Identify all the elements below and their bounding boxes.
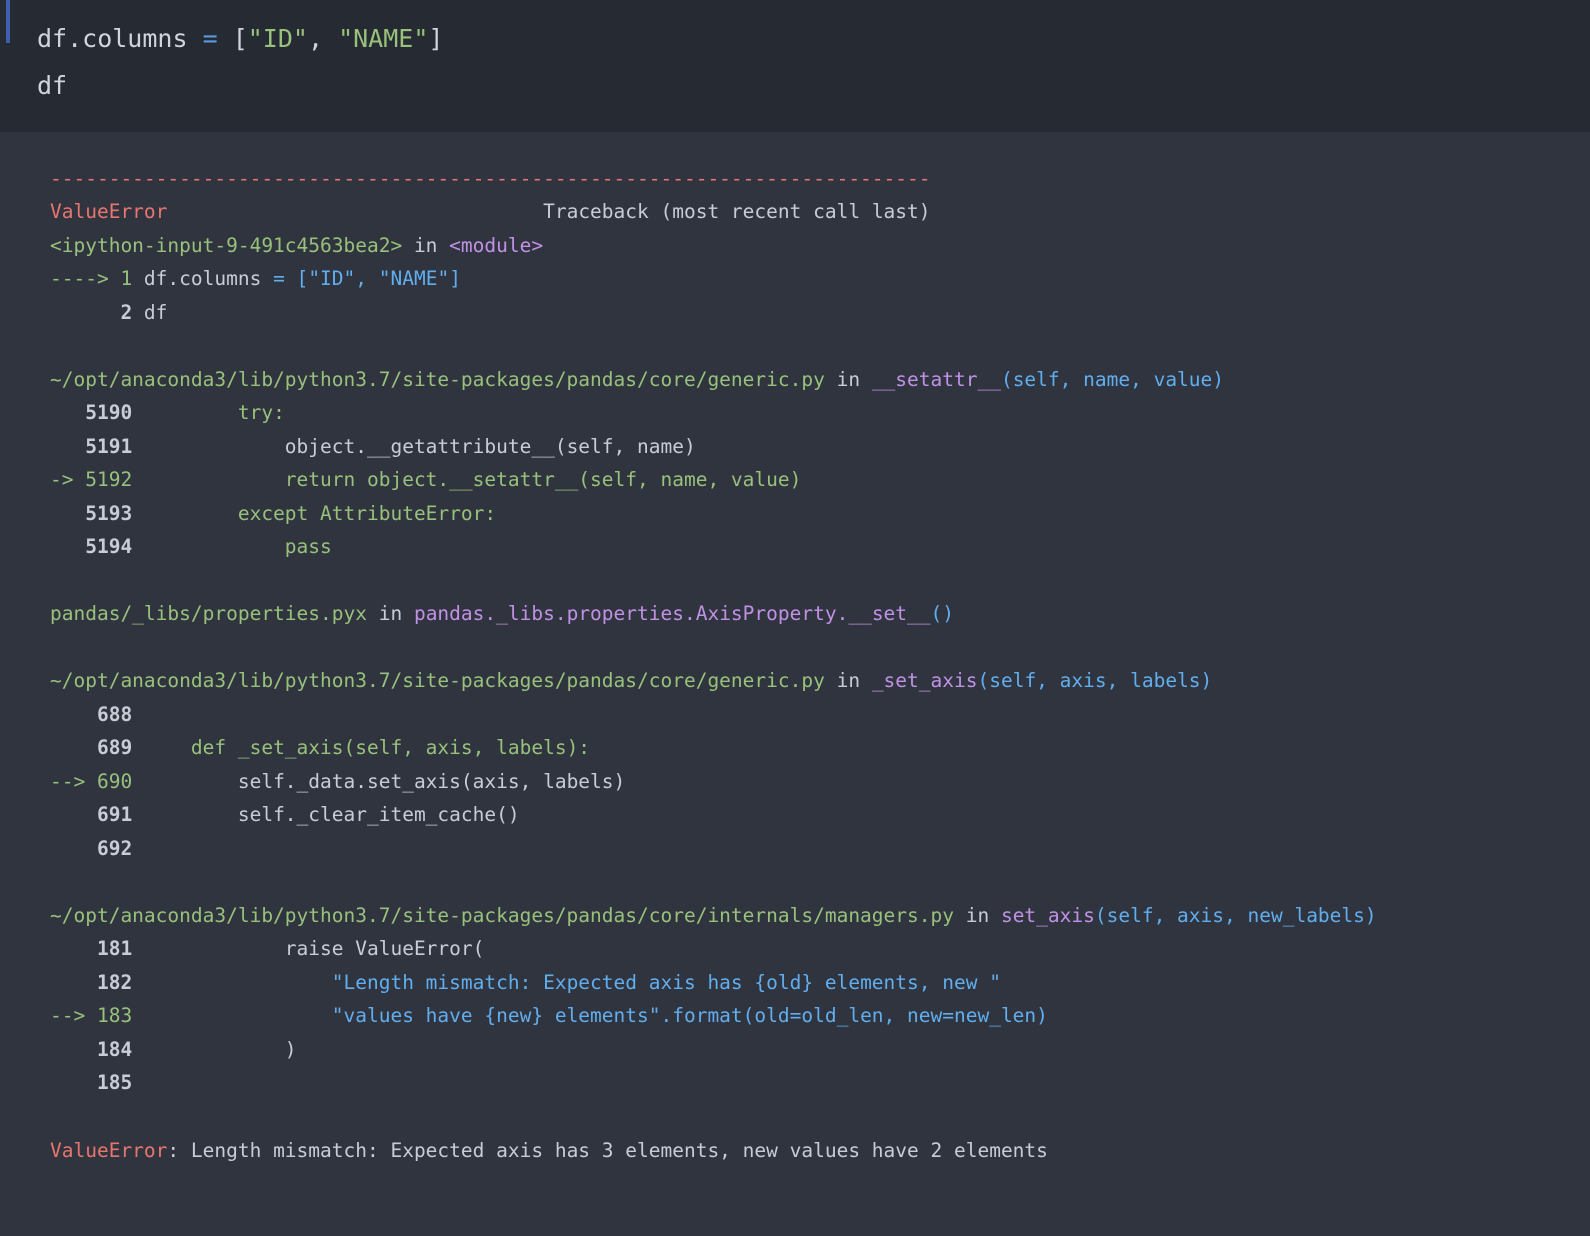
code-text: try:	[132, 401, 285, 424]
line-number: 184	[50, 1038, 133, 1061]
frame-file: pandas/_libs/properties.pyx	[50, 602, 367, 625]
frame-file: ~/opt/anaconda3/lib/python3.7/site-packa…	[50, 904, 954, 927]
code-token-operator: =	[202, 24, 218, 53]
code-text: except AttributeError:	[132, 502, 497, 525]
line-number: 5193	[50, 502, 133, 525]
line-arrow: --> 183	[50, 1004, 133, 1027]
frame-args: (self, name, value)	[1000, 368, 1225, 391]
frame-file: ~/opt/anaconda3/lib/python3.7/site-packa…	[50, 669, 825, 692]
code-text: = [	[273, 267, 309, 290]
frame-code-line: 688	[50, 702, 132, 728]
line-arrow: --> 690	[50, 770, 133, 793]
frame-args: ()	[930, 602, 954, 625]
frame-header: ~/opt/anaconda3/lib/python3.7/site-packa…	[50, 668, 1212, 694]
code-token-string: "ID"	[247, 24, 308, 53]
line-number: 185	[50, 1071, 133, 1094]
line-number: 5194	[50, 535, 133, 558]
frame-code-line: 5194 pass	[50, 534, 332, 560]
code-text: ]	[449, 267, 461, 290]
traceback-separator: ----------------------------------------…	[50, 167, 931, 190]
error-message: : Length mismatch: Expected axis has 3 e…	[167, 1139, 1048, 1162]
frame-code-line: --> 690 self._data.set_axis(axis, labels…	[50, 769, 625, 795]
code-text: df.columns	[132, 267, 274, 290]
frame-code-line: 181 raise ValueError(	[50, 936, 484, 962]
frame-code-line: 692	[50, 836, 132, 862]
frame-code-line: --> 183 "values have {new} elements".for…	[50, 1003, 1048, 1029]
code-text: )	[132, 1038, 297, 1061]
code-token-string: "NAME"	[338, 24, 429, 53]
frame-args: (self, axis, new_labels)	[1094, 904, 1377, 927]
code-token: df.columns	[37, 24, 203, 53]
frame-in: in	[824, 669, 872, 692]
error-name: ValueError	[50, 1139, 168, 1162]
frame-code-line: 2 df	[50, 300, 167, 326]
code-line-1[interactable]: df.columns = ["ID", "NAME"]	[37, 22, 443, 56]
frame-in: in	[953, 904, 1001, 927]
frame-header: ~/opt/anaconda3/lib/python3.7/site-packa…	[50, 903, 1377, 929]
code-text: self._data.set_axis(axis, labels)	[132, 770, 626, 793]
frame-function: _set_axis	[871, 669, 978, 692]
code-text: df	[132, 301, 168, 324]
code-text: object.__getattribute__(self, name)	[132, 435, 696, 458]
frame-in: in	[824, 368, 872, 391]
final-error-message: ValueError: Length mismatch: Expected ax…	[50, 1138, 1048, 1164]
code-string: "ID", "NAME"	[308, 267, 450, 290]
line-number: 182	[50, 971, 133, 994]
line-number: 688	[50, 703, 133, 726]
frame-code-line: 182 "Length mismatch: Expected axis has …	[50, 970, 1001, 996]
code-text: self._clear_item_cache()	[132, 803, 520, 826]
frame-code-line: 5191 object.__getattribute__(self, name)	[50, 434, 696, 460]
frame-function: <module>	[449, 234, 544, 257]
frame-code-line: -> 5192 return object.__setattr__(self, …	[50, 467, 801, 493]
line-arrow: ----> 1	[50, 267, 133, 290]
frame-in: in	[402, 234, 450, 257]
frame-code-line: 184 )	[50, 1037, 297, 1063]
error-name: ValueError	[50, 200, 168, 223]
frame-code-line: 689 def _set_axis(self, axis, labels):	[50, 735, 590, 761]
traceback-header: ValueError Traceback (most recent call l…	[50, 199, 931, 225]
frame-header: pandas/_libs/properties.pyx in pandas._l…	[50, 601, 954, 627]
frame-args: (self, axis, labels)	[977, 669, 1213, 692]
line-number: 691	[50, 803, 133, 826]
line-number: 181	[50, 937, 133, 960]
line-number: 5190	[50, 401, 133, 424]
frame-file: <ipython-input-9-491c4563bea2>	[50, 234, 403, 257]
frame-code-line: 691 self._clear_item_cache()	[50, 802, 520, 828]
frame-function: pandas._libs.properties.AxisProperty.__s…	[413, 602, 931, 625]
line-number: 2	[50, 301, 133, 324]
code-text: pass	[132, 535, 332, 558]
code-token: ,	[307, 24, 339, 53]
frame-header: ~/opt/anaconda3/lib/python3.7/site-packa…	[50, 367, 1224, 393]
code-text: return object.__setattr__(self, name, va…	[132, 468, 802, 491]
code-text: raise ValueError(	[132, 937, 485, 960]
line-number: 689	[50, 736, 133, 759]
frame-code-line: 185	[50, 1070, 132, 1096]
frame-function: __setattr__	[871, 368, 1001, 391]
frame-code-line: 5193 except AttributeError:	[50, 501, 496, 527]
frame-code-line: ----> 1 df.columns = ["ID", "NAME"]	[50, 266, 461, 292]
input-cell[interactable]: df.columns = ["ID", "NAME"] df	[0, 0, 1590, 132]
frame-file: ~/opt/anaconda3/lib/python3.7/site-packa…	[50, 368, 825, 391]
frame-function: set_axis	[1000, 904, 1095, 927]
line-number: 5191	[50, 435, 133, 458]
code-line-2[interactable]: df	[37, 69, 67, 103]
line-arrow: -> 5192	[50, 468, 133, 491]
code-token: [	[217, 24, 248, 53]
frame-in: in	[366, 602, 414, 625]
code-text: def _set_axis(self, axis, labels):	[132, 736, 591, 759]
frame-header: <ipython-input-9-491c4563bea2> in <modul…	[50, 233, 543, 259]
frame-code-line: 5190 try:	[50, 400, 285, 426]
code-string: "values have {new} elements".format(old=…	[132, 1004, 1048, 1027]
line-number: 692	[50, 837, 133, 860]
traceback-title: Traceback (most recent call last)	[543, 200, 931, 223]
code-string: "Length mismatch: Expected axis has {old…	[132, 971, 1001, 994]
cell-selection-marker	[6, 0, 10, 43]
code-token: ]	[428, 24, 444, 53]
output-area: ----------------------------------------…	[0, 132, 1590, 1236]
